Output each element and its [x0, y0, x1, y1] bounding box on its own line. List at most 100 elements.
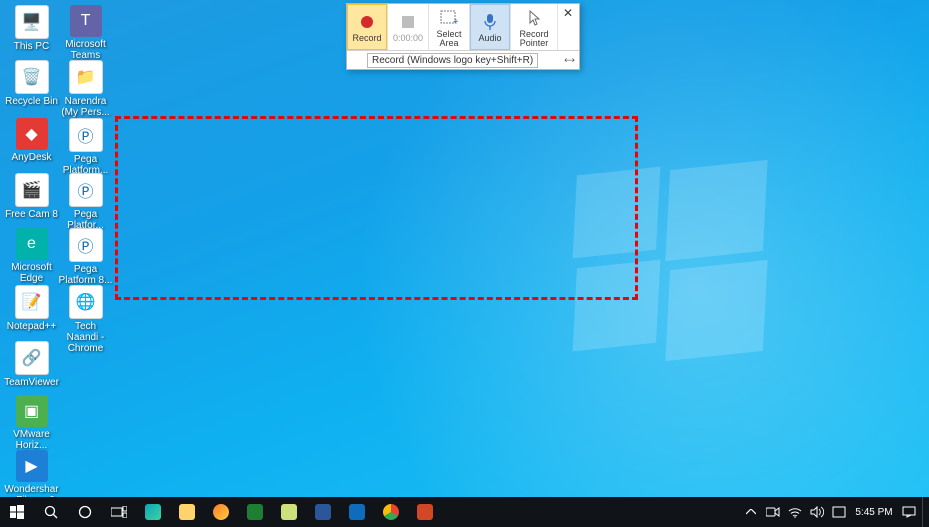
desktop-icon-recycle-bin[interactable]: 🗑️ Recycle Bin — [4, 60, 59, 107]
tray-meet-now[interactable] — [762, 497, 784, 527]
record-label: Record — [352, 34, 381, 43]
recycle-icon: 🗑️ — [15, 60, 49, 94]
filmora-icon: ▶ — [16, 450, 48, 482]
icon-label: This PC — [4, 41, 59, 52]
taskbar-app-outlook[interactable] — [340, 497, 374, 527]
taskbar-app-firefox[interactable] — [204, 497, 238, 527]
taskbar-app-explorer[interactable] — [170, 497, 204, 527]
desktop-icon-this-pc[interactable]: 🖥️ This PC — [4, 5, 59, 52]
chrome-icon: 🌐 — [69, 285, 103, 319]
taskbar-app-excel[interactable] — [238, 497, 272, 527]
taskbar-clock[interactable]: 5:45 PM — [850, 507, 898, 518]
desktop-icon-narendra-folder[interactable]: 📁 Narendra (My Pers... — [58, 60, 113, 118]
desktop-icon-teamviewer[interactable]: 🔗 TeamViewer — [4, 341, 59, 388]
edge-icon — [145, 504, 161, 520]
cortana-button[interactable] — [68, 497, 102, 527]
pega-icon: Ⓟ — [69, 228, 103, 262]
icon-label: Pega Platform 8... — [58, 264, 113, 286]
freecam-icon: 🎬 — [15, 173, 49, 207]
timer-label: 0:00:00 — [393, 34, 423, 43]
record-button[interactable]: Record — [347, 4, 388, 50]
audio-label: Audio — [478, 34, 501, 43]
close-button[interactable]: ✕ — [561, 6, 575, 20]
desktop-icon-pega-platform-3[interactable]: Ⓟ Pega Platform 8... — [58, 228, 113, 286]
desktop-icon-ms-teams[interactable]: T Microsoft Teams — [58, 5, 113, 61]
notepadpp-icon — [281, 504, 297, 520]
tray-wifi[interactable] — [784, 497, 806, 527]
notification-icon — [902, 506, 916, 518]
desktop-icon-vmware-horizon[interactable]: ▣ VMware Horiz... — [4, 395, 59, 451]
desktop-icon-free-cam[interactable]: 🎬 Free Cam 8 — [4, 173, 59, 220]
chrome-icon — [383, 504, 399, 520]
microphone-icon — [477, 11, 503, 33]
desktop-icon-pega-platform-2[interactable]: Ⓟ Pega Platfor... — [58, 173, 113, 231]
taskbar-app-chrome[interactable] — [374, 497, 408, 527]
tray-chevron-up[interactable] — [740, 497, 762, 527]
action-center-button[interactable] — [898, 497, 920, 527]
teamviewer-icon: 🔗 — [15, 341, 49, 375]
expand-toolbar-button[interactable]: ⤢ — [562, 53, 575, 66]
word-icon — [315, 504, 331, 520]
icon-label: VMware Horiz... — [4, 429, 59, 451]
icon-label: Microsoft Edge — [4, 262, 59, 284]
cortana-icon — [78, 505, 92, 519]
folder-icon — [179, 504, 195, 520]
taskbar: 5:45 PM — [0, 497, 929, 527]
taskbar-app-powerpoint[interactable] — [408, 497, 442, 527]
clock-time: 5:45 PM — [855, 507, 892, 518]
tray-volume[interactable] — [806, 497, 828, 527]
audio-button[interactable]: Audio — [470, 4, 511, 50]
record-tooltip: Record (Windows logo key+Shift+R) — [367, 53, 538, 68]
taskbar-app-notepadpp[interactable] — [272, 497, 306, 527]
teams-icon: T — [70, 5, 102, 37]
desktop-icon-ms-edge[interactable]: e Microsoft Edge — [4, 228, 59, 284]
taskview-button[interactable] — [102, 497, 136, 527]
stop-button[interactable]: 0:00:00 — [388, 4, 429, 50]
pointer-icon — [521, 7, 547, 29]
recording-selection-area — [115, 116, 638, 300]
windows-logo — [575, 165, 765, 355]
show-desktop-button[interactable] — [922, 497, 929, 527]
icon-label: AnyDesk — [4, 152, 59, 163]
select-area-label: Select Area — [429, 30, 469, 48]
icon-label: Tech Naandi - Chrome — [58, 321, 113, 354]
folder-icon: 📁 — [69, 60, 103, 94]
taskbar-app-edge[interactable] — [136, 497, 170, 527]
icon-label: Microsoft Teams — [58, 39, 113, 61]
pega-icon: Ⓟ — [69, 173, 103, 207]
icon-label: Notepad++ — [4, 321, 59, 332]
select-area-icon: + — [436, 7, 462, 29]
desktop-icon-tech-naandi-chrome[interactable]: 🌐 Tech Naandi - Chrome — [58, 285, 113, 354]
excel-icon — [247, 504, 263, 520]
camera-icon — [766, 507, 780, 517]
taskview-icon — [111, 506, 127, 518]
icon-label: Narendra (My Pers... — [58, 96, 113, 118]
icon-label: Recycle Bin — [4, 96, 59, 107]
select-area-button[interactable]: + Select Area — [429, 4, 470, 50]
stop-icon — [395, 11, 421, 33]
windows-icon — [10, 505, 24, 519]
taskbar-app-word[interactable] — [306, 497, 340, 527]
record-pointer-button[interactable]: Record Pointer — [511, 4, 558, 50]
record-icon — [354, 11, 380, 33]
search-button[interactable] — [34, 497, 68, 527]
notepadpp-icon: 📝 — [15, 285, 49, 319]
edge-icon: e — [16, 228, 48, 260]
desktop-icon-notepad-plus-plus[interactable]: 📝 Notepad++ — [4, 285, 59, 332]
start-button[interactable] — [0, 497, 34, 527]
chevron-up-icon — [746, 509, 756, 515]
desktop-icon-pega-platform-1[interactable]: Ⓟ Pega Platform... — [58, 118, 113, 176]
desktop-background[interactable]: 🖥️ This PC 🗑️ Recycle Bin ◆ AnyDesk 🎬 Fr… — [0, 0, 929, 527]
anydesk-icon: ◆ — [16, 118, 48, 150]
firefox-icon — [213, 504, 229, 520]
powerpoint-icon — [417, 504, 433, 520]
tray-ime[interactable] — [828, 497, 850, 527]
screen-recorder-toolbar: Record 0:00:00 + Select Area Audio — [346, 3, 580, 70]
ime-icon — [832, 506, 846, 518]
svg-text:+: + — [453, 17, 458, 26]
icon-label: TeamViewer — [4, 377, 59, 388]
pc-icon: 🖥️ — [15, 5, 49, 39]
desktop-icon-anydesk[interactable]: ◆ AnyDesk — [4, 118, 59, 163]
search-icon — [44, 505, 59, 520]
speaker-icon — [810, 506, 824, 518]
